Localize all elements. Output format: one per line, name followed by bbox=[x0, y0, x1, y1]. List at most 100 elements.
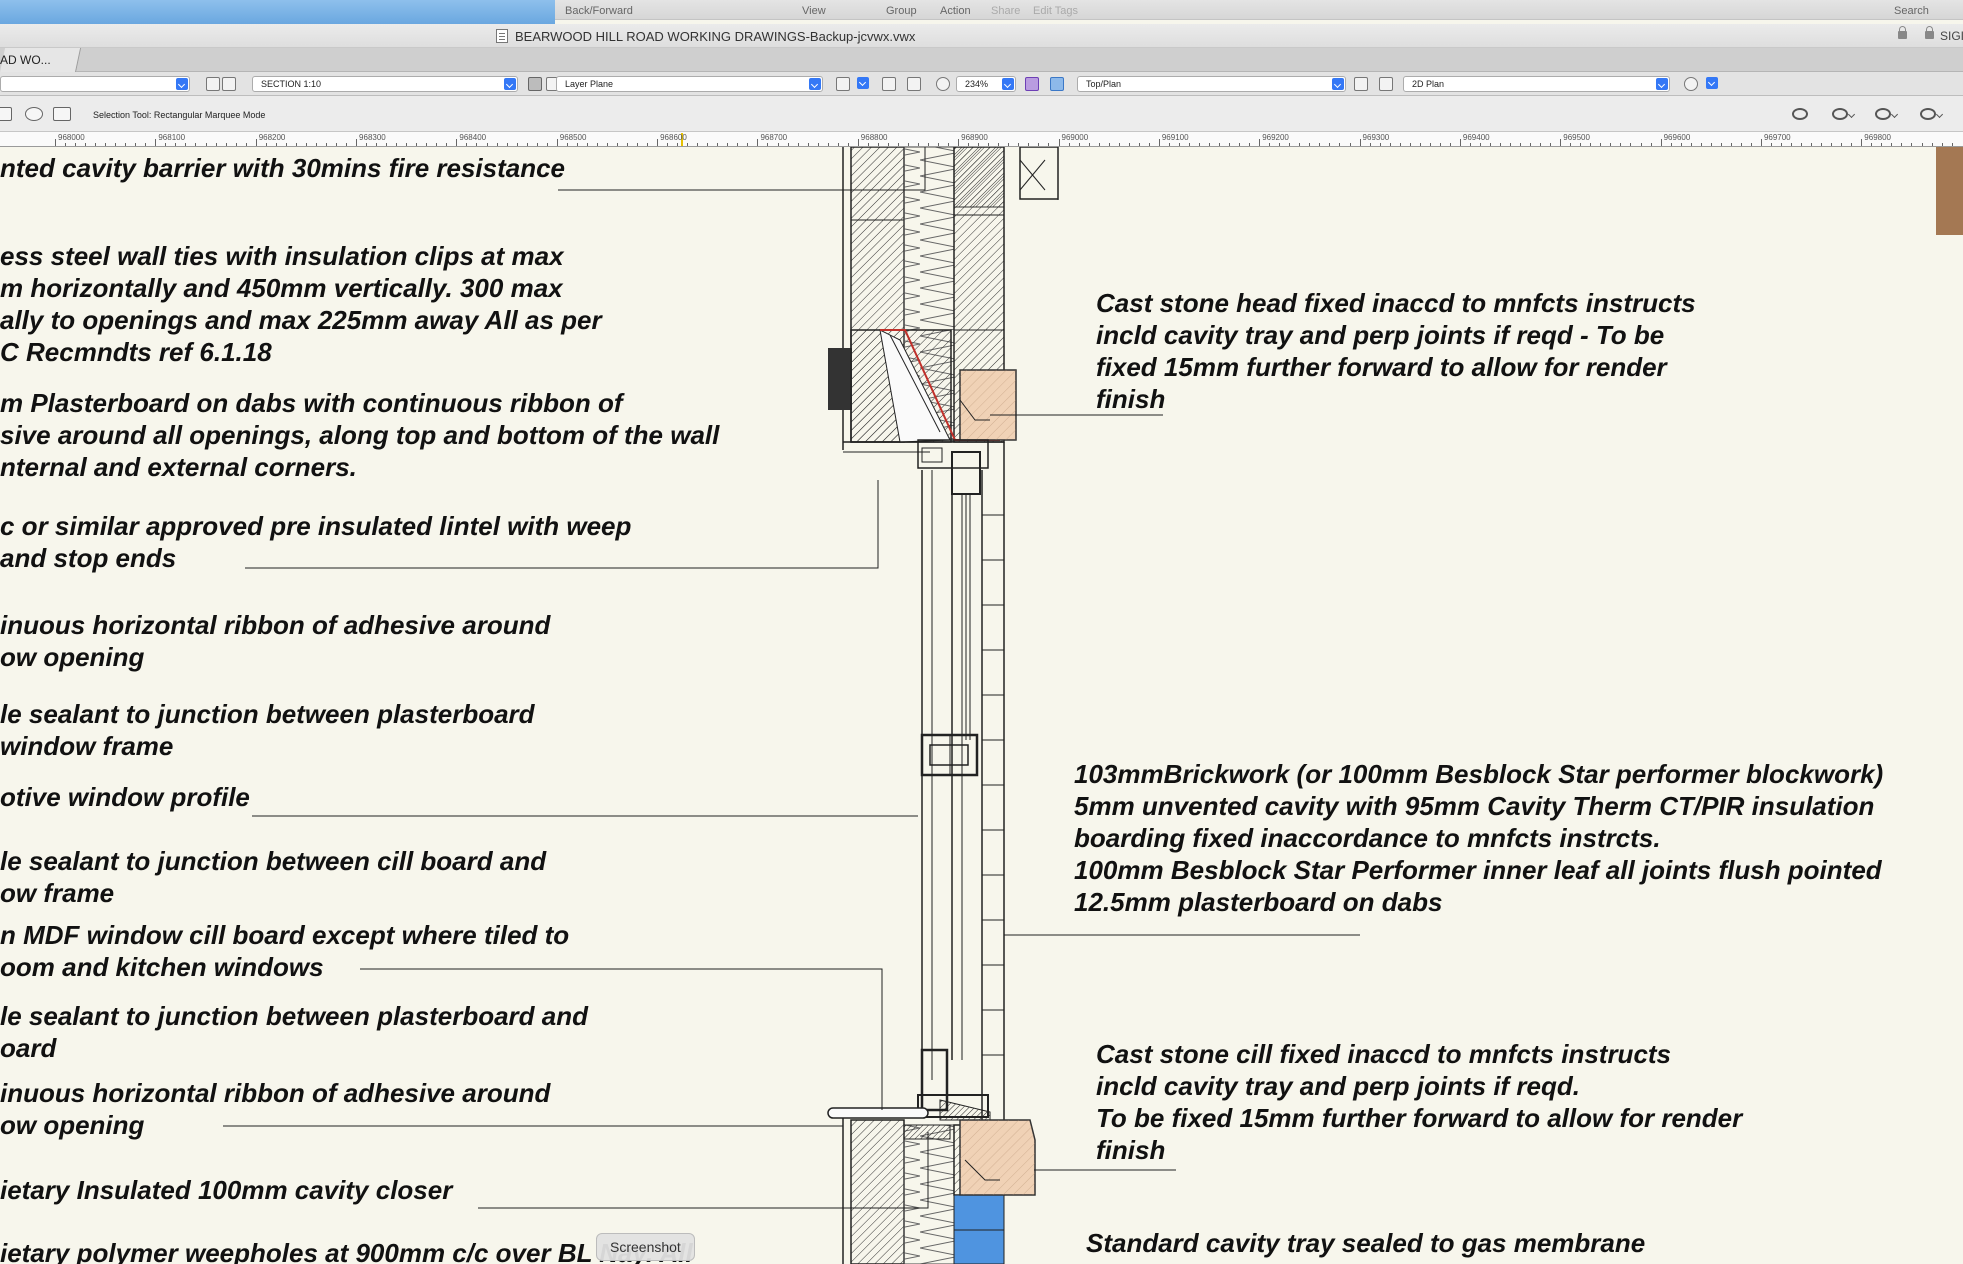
ruler-tick bbox=[1158, 139, 1160, 146]
chevron-down-icon[interactable] bbox=[857, 77, 869, 89]
annotation-line: Standard cavity tray sealed to gas membr… bbox=[1086, 1228, 1646, 1258]
ruler-tick bbox=[1259, 139, 1261, 146]
cavity-closer bbox=[903, 1124, 951, 1140]
edit-tags-button[interactable]: Edit Tags bbox=[1033, 5, 1078, 17]
right-annotation: Cast stone cill fixed inaccd to mnfcts i… bbox=[1096, 1038, 1742, 1166]
view-bar: SECTION 1:10 Layer Plane 234% Top/Plan 2… bbox=[0, 72, 1963, 96]
back-forward-button[interactable]: Back/Forward bbox=[565, 5, 633, 17]
zoom-icon[interactable] bbox=[936, 77, 950, 91]
annotation-line: otive window profile bbox=[0, 782, 250, 812]
lock-icon[interactable] bbox=[1898, 26, 1907, 39]
view-dropdown[interactable]: Top/Plan bbox=[1077, 76, 1346, 92]
plane-dropdown[interactable]: Layer Plane bbox=[556, 76, 823, 92]
projection-icon[interactable] bbox=[1379, 77, 1393, 91]
sheet-layer-dropdown[interactable]: SECTION 1:10 bbox=[252, 76, 518, 92]
ruler-label: 968000 bbox=[58, 133, 85, 142]
ruler-label: 969500 bbox=[1563, 133, 1590, 142]
ruler-tick bbox=[1660, 139, 1662, 146]
ruler-label: 968900 bbox=[961, 133, 988, 142]
ruler-label: 968800 bbox=[860, 133, 888, 142]
ruler-label: 968300 bbox=[359, 133, 386, 142]
document-tab-label: AD WO... bbox=[0, 53, 51, 67]
window-title: BEARWOOD HILL ROAD WORKING DRAWINGS-Back… bbox=[515, 29, 916, 44]
lasso-icon[interactable] bbox=[25, 107, 43, 121]
ruler-tick bbox=[958, 139, 960, 146]
ruler-label: 968200 bbox=[258, 133, 286, 142]
zoom-dropdown[interactable]: 234% bbox=[956, 76, 1016, 92]
window-title-bar: BEARWOOD HILL ROAD WORKING DRAWINGS-Back… bbox=[0, 24, 1963, 48]
annotation-line: oard bbox=[0, 1033, 57, 1063]
ruler-tick bbox=[757, 139, 759, 146]
annotation-line: ietary Insulated 100mm cavity closer bbox=[0, 1175, 453, 1205]
annotation-line: le sealant to junction between plasterbo… bbox=[0, 699, 535, 729]
layer-options-icon[interactable] bbox=[222, 77, 236, 91]
annotation-line: oom and kitchen windows bbox=[0, 952, 324, 982]
annotation-line: finish bbox=[1096, 1135, 1166, 1165]
gear-icon[interactable] bbox=[1832, 106, 1856, 122]
ruler-tick bbox=[657, 139, 659, 146]
render-settings-icon[interactable] bbox=[1684, 77, 1698, 91]
annotation-line: ess steel wall ties with insulation clip… bbox=[0, 241, 564, 271]
tool-options-icon[interactable] bbox=[1920, 106, 1944, 122]
search-button[interactable]: Search bbox=[1894, 5, 1929, 17]
left-annotation: otive window profile bbox=[0, 781, 250, 813]
layers-icon[interactable] bbox=[206, 77, 220, 91]
left-annotation: ess steel wall ties with insulation clip… bbox=[0, 240, 602, 368]
plane-mode-icon[interactable] bbox=[528, 77, 542, 91]
left-annotation: le sealant to junction between cill boar… bbox=[0, 845, 546, 909]
annotation-line: ietary polymer weepholes at 900mm c/c ov… bbox=[0, 1238, 693, 1264]
snap-settings-icon[interactable] bbox=[1792, 106, 1814, 122]
ruler-label: 968700 bbox=[760, 133, 788, 142]
sign-in-label[interactable]: SIGI bbox=[1940, 29, 1963, 43]
ruler-label: 969300 bbox=[1362, 133, 1390, 142]
tool-mode-label: Selection Tool: Rectangular Marquee Mode bbox=[93, 110, 266, 120]
polygon-select-icon[interactable] bbox=[53, 107, 71, 121]
rectangular-marquee-icon[interactable] bbox=[0, 107, 12, 121]
view-cube-icon[interactable] bbox=[1050, 77, 1064, 91]
class-dropdown[interactable] bbox=[0, 76, 190, 92]
saved-views-icon[interactable] bbox=[1354, 77, 1368, 91]
annotation-line: inuous horizontal ribbon of adhesive aro… bbox=[0, 1078, 551, 1108]
annotation-line: ally to openings and max 225mm away All … bbox=[0, 305, 602, 335]
annotation-line: 100mm Besblock Star Performer inner leaf… bbox=[1074, 855, 1882, 885]
zoom-tools-icon[interactable] bbox=[907, 77, 921, 91]
action-button[interactable]: Action bbox=[940, 5, 971, 17]
ruler-label: 969000 bbox=[1061, 133, 1089, 142]
document-icon bbox=[496, 29, 508, 43]
annotation-line: finish bbox=[1096, 384, 1166, 414]
left-annotation: nted cavity barrier with 30mins fire res… bbox=[0, 152, 565, 184]
annotation-line: le sealant to junction between plasterbo… bbox=[0, 1001, 588, 1031]
annotation-line: boarding fixed inaccordance to mnfcts in… bbox=[1074, 823, 1661, 853]
render-mode-dropdown[interactable]: 2D Plan bbox=[1403, 76, 1670, 92]
grid-snap-icon[interactable] bbox=[1025, 77, 1039, 91]
right-annotation: Cast stone head fixed inaccd to mnfcts i… bbox=[1096, 287, 1696, 415]
right-annotation: 103mmBrickwork (or 100mm Besblock Star p… bbox=[1074, 758, 1883, 918]
annotation-line: fixed 15mm further forward to allow for … bbox=[1096, 352, 1667, 382]
annotation-line: 5mm unvented cavity with 95mm Cavity The… bbox=[1074, 791, 1875, 821]
annotation-line: ow opening bbox=[0, 1110, 145, 1140]
left-annotation: c or similar approved pre insulated lint… bbox=[0, 510, 631, 574]
share-button[interactable]: Share bbox=[991, 5, 1020, 17]
view-button[interactable]: View bbox=[802, 5, 826, 17]
drawing-canvas[interactable]: nted cavity barrier with 30mins fire res… bbox=[0, 147, 1963, 1264]
chevron-down-icon[interactable] bbox=[1706, 77, 1718, 89]
annotation-line: To be fixed 15mm further forward to allo… bbox=[1096, 1103, 1743, 1133]
ruler-tick bbox=[556, 139, 558, 146]
horizontal-ruler[interactable]: 968000 968100 968200 968300 968400 968500 9686… bbox=[0, 132, 1963, 147]
ruler-label: 969700 bbox=[1763, 133, 1791, 142]
annotation-line: sive around all openings, along top and … bbox=[0, 420, 720, 450]
view-settings-icon[interactable] bbox=[836, 77, 850, 91]
annotation-line: 12.5mm plasterboard on dabs bbox=[1074, 887, 1443, 917]
inner-leaf-block-lower bbox=[850, 1119, 905, 1264]
fit-to-window-icon[interactable] bbox=[882, 77, 896, 91]
group-button[interactable]: Group bbox=[886, 5, 917, 17]
left-annotation: inuous horizontal ribbon of adhesive aro… bbox=[0, 609, 550, 673]
ruler-tick bbox=[1560, 139, 1562, 146]
annotation-line: ow opening bbox=[0, 642, 145, 672]
left-annotation: le sealant to junction between plasterbo… bbox=[0, 1000, 588, 1064]
chevron-down-icon bbox=[809, 78, 821, 90]
left-annotation: le sealant to junction between plasterbo… bbox=[0, 698, 535, 762]
annotation-line: window frame bbox=[0, 731, 174, 761]
tool-preferences-icon[interactable] bbox=[1875, 106, 1899, 122]
screenshot-tooltip: Screenshot bbox=[596, 1233, 695, 1261]
